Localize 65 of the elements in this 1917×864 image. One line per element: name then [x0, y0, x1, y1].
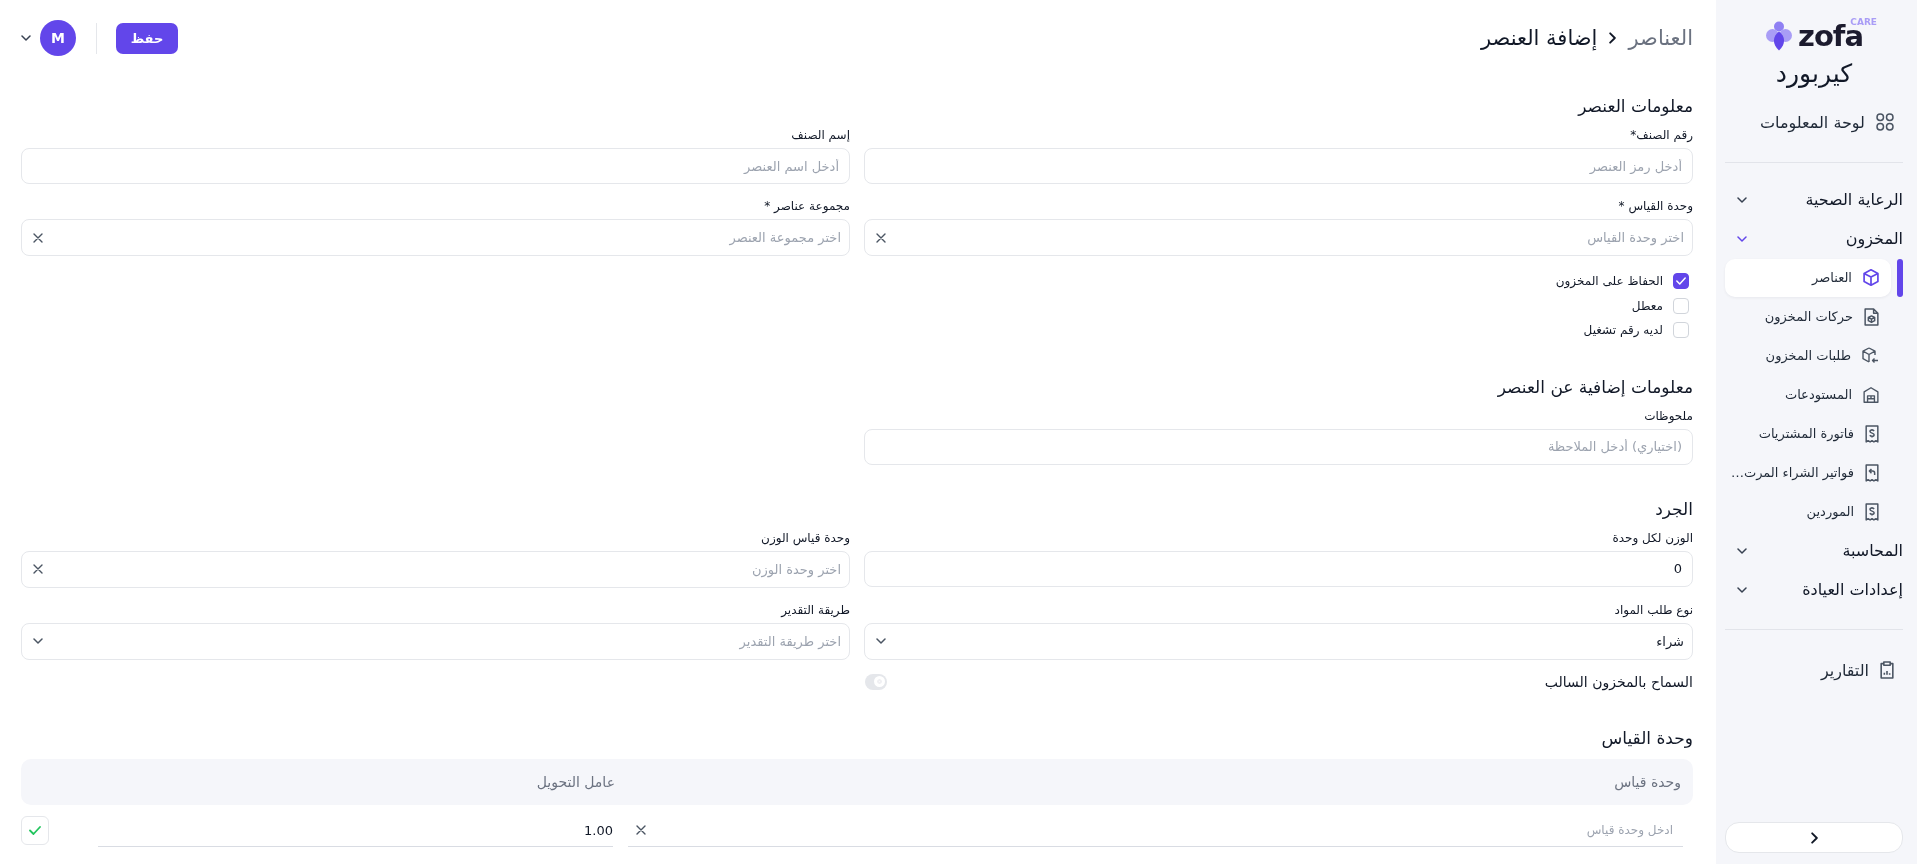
field-label: وحدة قياس الوزن — [760, 529, 850, 546]
building-icon — [1863, 386, 1879, 403]
checkbox[interactable] — [1673, 273, 1689, 290]
receipt-dollar-icon — [1865, 424, 1879, 443]
check-icon — [1676, 277, 1686, 286]
section-title: وحدة القياس — [1600, 726, 1693, 750]
sidebar-link[interactable]: لوحة المعلومات — [1725, 104, 1903, 140]
sidebar-group[interactable]: إعدادات العيادة — [1725, 570, 1903, 609]
sidebar-item[interactable]: فاتورة المشتريات — [1725, 414, 1891, 453]
field-label: مجموعة عناصر * — [763, 198, 850, 214]
chevron-right-icon — [1810, 831, 1818, 844]
sidebar-item[interactable]: طلبات المخزون — [1725, 336, 1891, 375]
logo-icon — [1765, 21, 1793, 51]
clipboard-icon — [1880, 661, 1894, 679]
column-header: وحدة قياس — [1613, 773, 1682, 790]
section-title: معلومات العنصر — [1576, 95, 1693, 118]
user-avatar[interactable]: M — [40, 20, 76, 56]
toggle-label: السماح بالمخزون السالب — [1544, 673, 1693, 690]
checkbox-label: معطل — [1631, 298, 1663, 313]
text-field[interactable]: 0 — [864, 550, 1693, 587]
field-label: رقم الصنف* — [1629, 127, 1693, 143]
field-label: الوزن لكل وحدة — [1611, 529, 1693, 546]
sidebar-item[interactable]: فواتير الشراء المرت… — [1725, 453, 1891, 492]
chevron-right-icon — [1609, 32, 1617, 44]
section-title: الجرد — [1654, 497, 1693, 521]
receipt-dollar-icon — [1865, 502, 1879, 521]
sidebar-link[interactable]: التقارير — [1725, 652, 1903, 688]
cube-arrow-icon — [1862, 347, 1879, 364]
receipt-arrow-icon — [1865, 463, 1879, 482]
logo-tag: CARE — [1850, 17, 1877, 27]
breadcrumb-link[interactable]: العناصر — [1628, 24, 1693, 52]
clear-icon[interactable] — [636, 825, 646, 835]
sidebar-item[interactable]: الموردين — [1725, 492, 1891, 531]
sidebar-item[interactable]: المستودعات — [1725, 375, 1891, 414]
column-header: عامل التحويل — [535, 773, 616, 790]
field-label: وحدة القياس * — [1617, 198, 1693, 214]
chevron-down-icon — [876, 638, 886, 644]
section-title: معلومات إضافية عن العنصر — [1496, 375, 1693, 399]
grid-icon — [1876, 113, 1894, 131]
conversion-factor-field[interactable]: 1.00 — [98, 814, 613, 847]
document-icon — [1864, 307, 1879, 326]
field-label: ملحوظات — [1643, 407, 1693, 424]
sidebar-group[interactable]: الرعاية الصحية — [1725, 180, 1903, 219]
toggle-switch[interactable] — [865, 673, 887, 690]
chevron-down-icon[interactable] — [21, 35, 31, 41]
checkbox-label: الحفاظ على المخزون — [1555, 274, 1663, 289]
field-label: إسم الصنف — [790, 127, 850, 143]
app-name: كيربورد — [1774, 58, 1854, 90]
sidebar-group[interactable]: المخزون — [1725, 219, 1903, 258]
sidebar-item[interactable]: العناصر — [1725, 258, 1891, 297]
checkbox-label: لديه رقم تشغيل — [1583, 323, 1663, 338]
sidebar-item[interactable]: حركات المخزون — [1725, 297, 1891, 336]
clear-icon[interactable] — [33, 232, 43, 243]
field-label: طريقة التقدير — [779, 601, 850, 618]
dropdown-field[interactable]: شراء — [864, 622, 1693, 660]
check-icon — [29, 826, 41, 835]
clear-icon[interactable] — [33, 564, 43, 574]
field-label: نوع طلب المواد — [1613, 601, 1693, 618]
active-indicator — [1897, 258, 1903, 297]
sidebar-group[interactable]: المحاسبة — [1725, 531, 1903, 570]
breadcrumb-current: إضافة العنصر — [1480, 25, 1598, 52]
cube-icon — [1863, 269, 1879, 286]
chevron-down-icon — [33, 638, 43, 644]
clear-icon[interactable] — [876, 232, 886, 243]
save-button[interactable]: حفظ — [116, 22, 178, 54]
